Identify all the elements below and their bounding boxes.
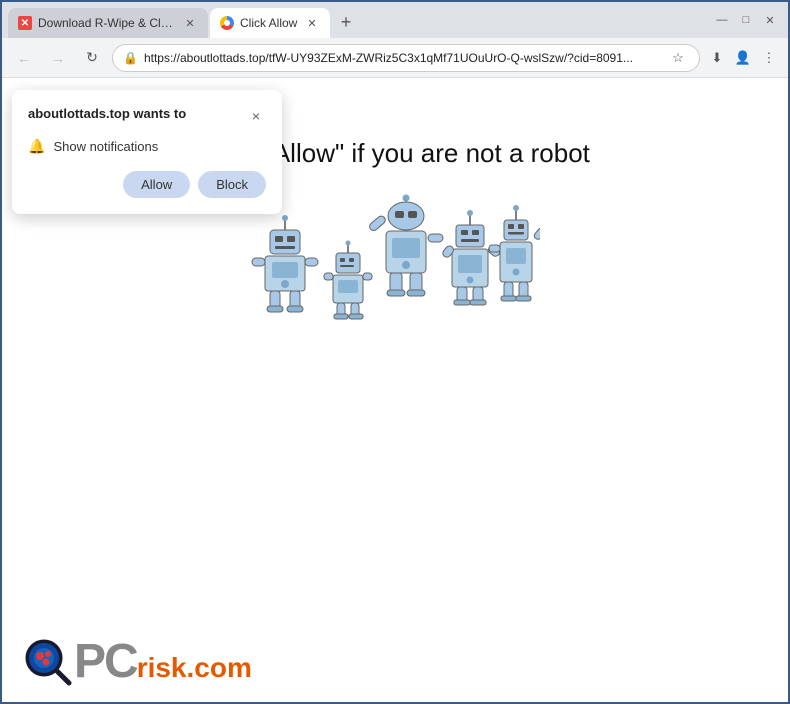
address-bar: ← → ↻ 🔒 https://aboutlottads.top/tfW-UY9… bbox=[2, 38, 788, 78]
window-controls: — □ ✕ bbox=[714, 12, 782, 28]
forward-button[interactable]: → bbox=[44, 44, 72, 72]
security-icon: 🔒 bbox=[123, 51, 138, 65]
refresh-button[interactable]: ↻ bbox=[78, 44, 106, 72]
risk-letters: risk.com bbox=[137, 654, 252, 682]
bookmark-icon[interactable]: ☆ bbox=[667, 47, 689, 69]
tab1-favicon: ✕ bbox=[18, 16, 32, 30]
pcrisk-text: PC risk.com bbox=[74, 638, 252, 686]
popup-notification-row: 🔔 Show notifications bbox=[28, 138, 266, 155]
back-button[interactable]: ← bbox=[10, 44, 38, 72]
new-tab-button[interactable]: + bbox=[332, 8, 360, 36]
tab2-close[interactable]: ✕ bbox=[304, 15, 320, 31]
popup-close-button[interactable]: × bbox=[246, 106, 266, 126]
popup-buttons: Allow Block bbox=[28, 171, 266, 198]
popup-header: aboutlottads.top wants to × bbox=[28, 106, 266, 126]
title-bar: ✕ Download R-Wipe & Clean 20... ✕ Click … bbox=[2, 2, 788, 38]
popup-notification-text: Show notifications bbox=[53, 139, 158, 154]
url-text: https://aboutlottads.top/tfW-UY93ZExM-ZW… bbox=[144, 51, 661, 65]
menu-icon[interactable]: ⋮ bbox=[758, 47, 780, 69]
tab2-label: Click Allow bbox=[240, 16, 298, 30]
close-button[interactable]: ✕ bbox=[762, 12, 778, 28]
bell-icon: 🔔 bbox=[28, 138, 45, 155]
block-button[interactable]: Block bbox=[198, 171, 266, 198]
tab1-close[interactable]: ✕ bbox=[182, 15, 198, 31]
download-icon[interactable]: ⬇ bbox=[706, 47, 728, 69]
pcrisk-logo: PC risk.com bbox=[22, 636, 252, 688]
content-area: aboutlottads.top wants to × 🔔 Show notif… bbox=[2, 78, 788, 702]
tab1-label: Download R-Wipe & Clean 20... bbox=[38, 16, 176, 30]
pcrisk-icon bbox=[22, 636, 74, 688]
tab-2[interactable]: Click Allow ✕ bbox=[210, 8, 330, 38]
url-bar[interactable]: 🔒 https://aboutlottads.top/tfW-UY93ZExM-… bbox=[112, 44, 700, 72]
maximize-button[interactable]: □ bbox=[738, 12, 754, 28]
address-right-icons: ⬇ 👤 ⋮ bbox=[706, 47, 780, 69]
tab2-favicon bbox=[220, 16, 234, 30]
url-bar-icons: ☆ bbox=[667, 47, 689, 69]
allow-button[interactable]: Allow bbox=[123, 171, 190, 198]
popup-title: aboutlottads.top wants to bbox=[28, 106, 186, 121]
profile-icon[interactable]: 👤 bbox=[732, 47, 754, 69]
pc-letters: PC bbox=[74, 638, 137, 686]
notification-popup: aboutlottads.top wants to × 🔔 Show notif… bbox=[12, 90, 282, 214]
tab-1[interactable]: ✕ Download R-Wipe & Clean 20... ✕ bbox=[8, 8, 208, 38]
robots-illustration bbox=[250, 193, 540, 333]
browser-frame: ✕ Download R-Wipe & Clean 20... ✕ Click … bbox=[2, 2, 788, 702]
tab-bar: ✕ Download R-Wipe & Clean 20... ✕ Click … bbox=[8, 2, 710, 38]
robots-svg bbox=[250, 193, 540, 333]
minimize-button[interactable]: — bbox=[714, 12, 730, 28]
